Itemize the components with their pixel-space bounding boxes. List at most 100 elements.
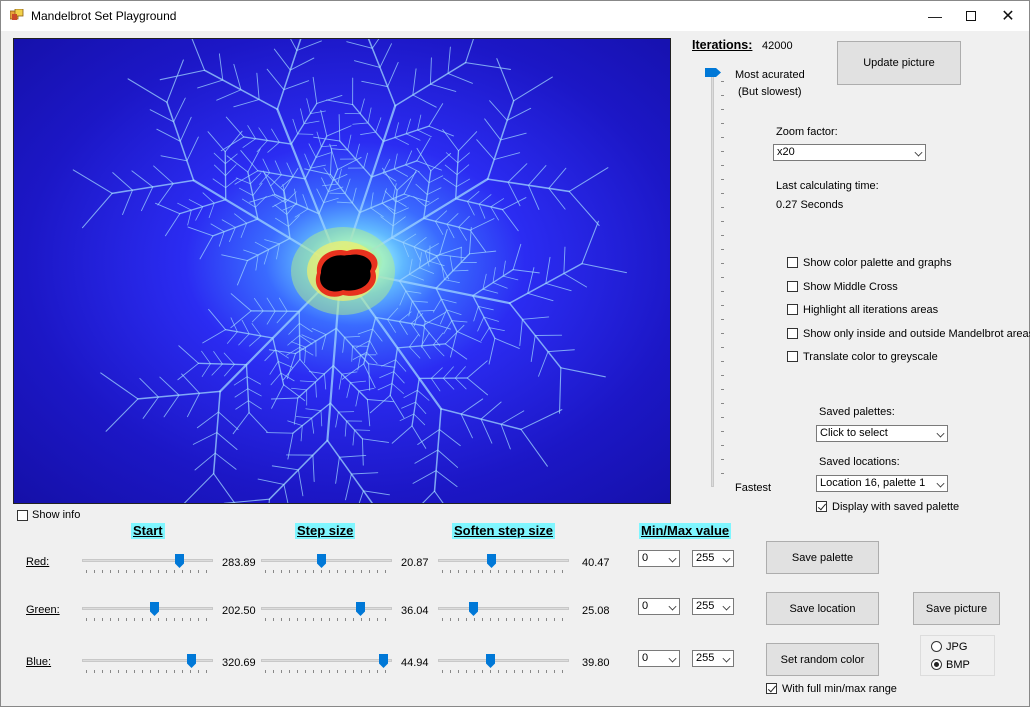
green-step-size-thumb[interactable]: [356, 602, 366, 616]
greyscale-checkbox[interactable]: [787, 351, 798, 362]
close-button[interactable]: ✕: [989, 1, 1027, 31]
green-start-thumb[interactable]: [150, 602, 160, 616]
minmax-header: Min/Max value: [639, 523, 732, 539]
calc-time-value: 0.27 Seconds: [776, 199, 844, 211]
saved-locations-label: Saved locations:: [819, 456, 900, 468]
red-step-size-slider[interactable]: [261, 559, 392, 562]
blue-soften-step-value: 39.80: [582, 657, 610, 669]
chevron-down-icon: [668, 654, 677, 663]
display-saved-palette-checkbox[interactable]: [816, 501, 827, 512]
blue-soften-step-ticks: [442, 670, 567, 673]
maximize-icon: [966, 11, 976, 21]
jpg-radio[interactable]: [931, 641, 942, 652]
red-min-select[interactable]: 0: [638, 550, 680, 567]
show-middle-cross-label: Show Middle Cross: [803, 281, 898, 293]
red-start-ticks: [86, 570, 211, 573]
red-step-size-thumb[interactable]: [317, 554, 327, 568]
green-max-select[interactable]: 255: [692, 598, 734, 615]
blue-soften-step-thumb[interactable]: [485, 654, 495, 668]
mandelbrot-core: [315, 249, 378, 297]
red-start-value: 283.89: [222, 557, 256, 569]
inside-outside-label: Show only inside and outside Mandelbrot …: [803, 328, 1030, 340]
blue-max-select[interactable]: 255: [692, 650, 734, 667]
blue-start-thumb[interactable]: [186, 654, 196, 668]
green-start-value: 202.50: [222, 605, 256, 617]
fractal-picture[interactable]: [13, 38, 671, 504]
start-header: Start: [131, 523, 165, 539]
show-color-palette-checkbox[interactable]: [787, 257, 798, 268]
green-min-select[interactable]: 0: [638, 598, 680, 615]
slider-bottom-label: Fastest: [735, 482, 772, 494]
green-soften-step-value: 25.08: [582, 605, 610, 617]
chevron-down-icon: [936, 479, 945, 488]
zoom-factor-select[interactable]: x20: [773, 144, 926, 161]
red-soften-step-thumb[interactable]: [486, 554, 496, 568]
green-step-size-slider[interactable]: [261, 607, 392, 610]
minimize-icon: —: [928, 8, 942, 24]
red-start-thumb[interactable]: [174, 554, 184, 568]
blue-min-value: 0: [642, 652, 649, 664]
save-location-button[interactable]: Save location: [766, 592, 879, 625]
soften-step-header: Soften step size: [452, 523, 555, 539]
saved-locations-value: Location 16, palette 1: [820, 477, 926, 489]
zoom-factor-label: Zoom factor:: [776, 126, 838, 138]
fractal-render: [72, 39, 627, 503]
show-color-palette-label: Show color palette and graphs: [803, 257, 952, 269]
show-info-checkbox[interactable]: [17, 510, 28, 521]
saved-locations-select[interactable]: Location 16, palette 1: [816, 475, 948, 492]
maximize-button[interactable]: [952, 1, 990, 31]
inside-outside-checkbox[interactable]: [787, 328, 798, 339]
random-color-button[interactable]: Set random color: [766, 643, 879, 676]
saved-palettes-select[interactable]: Click to select: [816, 425, 948, 442]
app-icon: [9, 8, 24, 21]
chevron-down-icon: [936, 429, 945, 438]
calc-time-label: Last calculating time:: [776, 180, 879, 192]
blue-step-size-slider[interactable]: [261, 659, 392, 662]
blue-max-value: 255: [696, 652, 715, 664]
green-row-label: Green:: [26, 604, 60, 616]
update-picture-button[interactable]: Update picture: [837, 41, 961, 85]
iterations-label: Iterations:: [692, 38, 753, 52]
red-max-select[interactable]: 255: [692, 550, 734, 567]
red-row-label: Red:: [26, 556, 50, 568]
blue-soften-step-slider[interactable]: [438, 659, 569, 662]
highlight-iterations-checkbox[interactable]: [787, 304, 798, 315]
app-window: Mandelbrot Set Playground — ✕ Show info …: [0, 0, 1030, 707]
show-info-label: Show info: [32, 509, 81, 521]
iterations-slider-track[interactable]: [711, 73, 714, 487]
blue-start-value: 320.69: [222, 657, 256, 669]
iterations-slider-ticks: [721, 81, 724, 481]
blue-step-size-value: 44.94: [401, 657, 429, 669]
red-start-slider[interactable]: [82, 559, 213, 562]
slider-top-label: Most acurated: [735, 69, 805, 81]
red-max-value: 255: [696, 552, 715, 564]
green-soften-step-ticks: [442, 618, 567, 621]
green-soften-step-thumb[interactable]: [468, 602, 478, 616]
saved-palettes-value: Click to select: [820, 427, 888, 439]
green-soften-step-slider[interactable]: [438, 607, 569, 610]
red-soften-step-value: 40.47: [582, 557, 610, 569]
minimize-button[interactable]: —: [916, 1, 954, 31]
red-step-size-value: 20.87: [401, 557, 429, 569]
save-picture-button[interactable]: Save picture: [913, 592, 1000, 625]
blue-step-size-thumb[interactable]: [379, 654, 389, 668]
title-bar: Mandelbrot Set Playground — ✕: [1, 1, 1029, 31]
full-range-label: With full min/max range: [782, 683, 897, 695]
bmp-radio[interactable]: [931, 659, 942, 670]
iterations-slider-thumb[interactable]: [705, 68, 721, 80]
red-soften-step-ticks: [442, 570, 567, 573]
save-palette-button[interactable]: Save palette: [766, 541, 879, 574]
red-soften-step-slider[interactable]: [438, 559, 569, 562]
blue-row-label: Blue:: [26, 656, 52, 668]
full-range-checkbox[interactable]: [766, 683, 777, 694]
green-start-slider[interactable]: [82, 607, 213, 610]
slider-top-sublabel: (But slowest): [738, 86, 802, 98]
green-step-size-ticks: [265, 618, 390, 621]
red-step-size-ticks: [265, 570, 390, 573]
show-middle-cross-checkbox[interactable]: [787, 281, 798, 292]
blue-start-ticks: [86, 670, 211, 673]
highlight-iterations-label: Highlight all iterations areas: [803, 304, 939, 316]
blue-min-select[interactable]: 0: [638, 650, 680, 667]
blue-step-size-ticks: [265, 670, 390, 673]
saved-palettes-label: Saved palettes:: [819, 406, 895, 418]
